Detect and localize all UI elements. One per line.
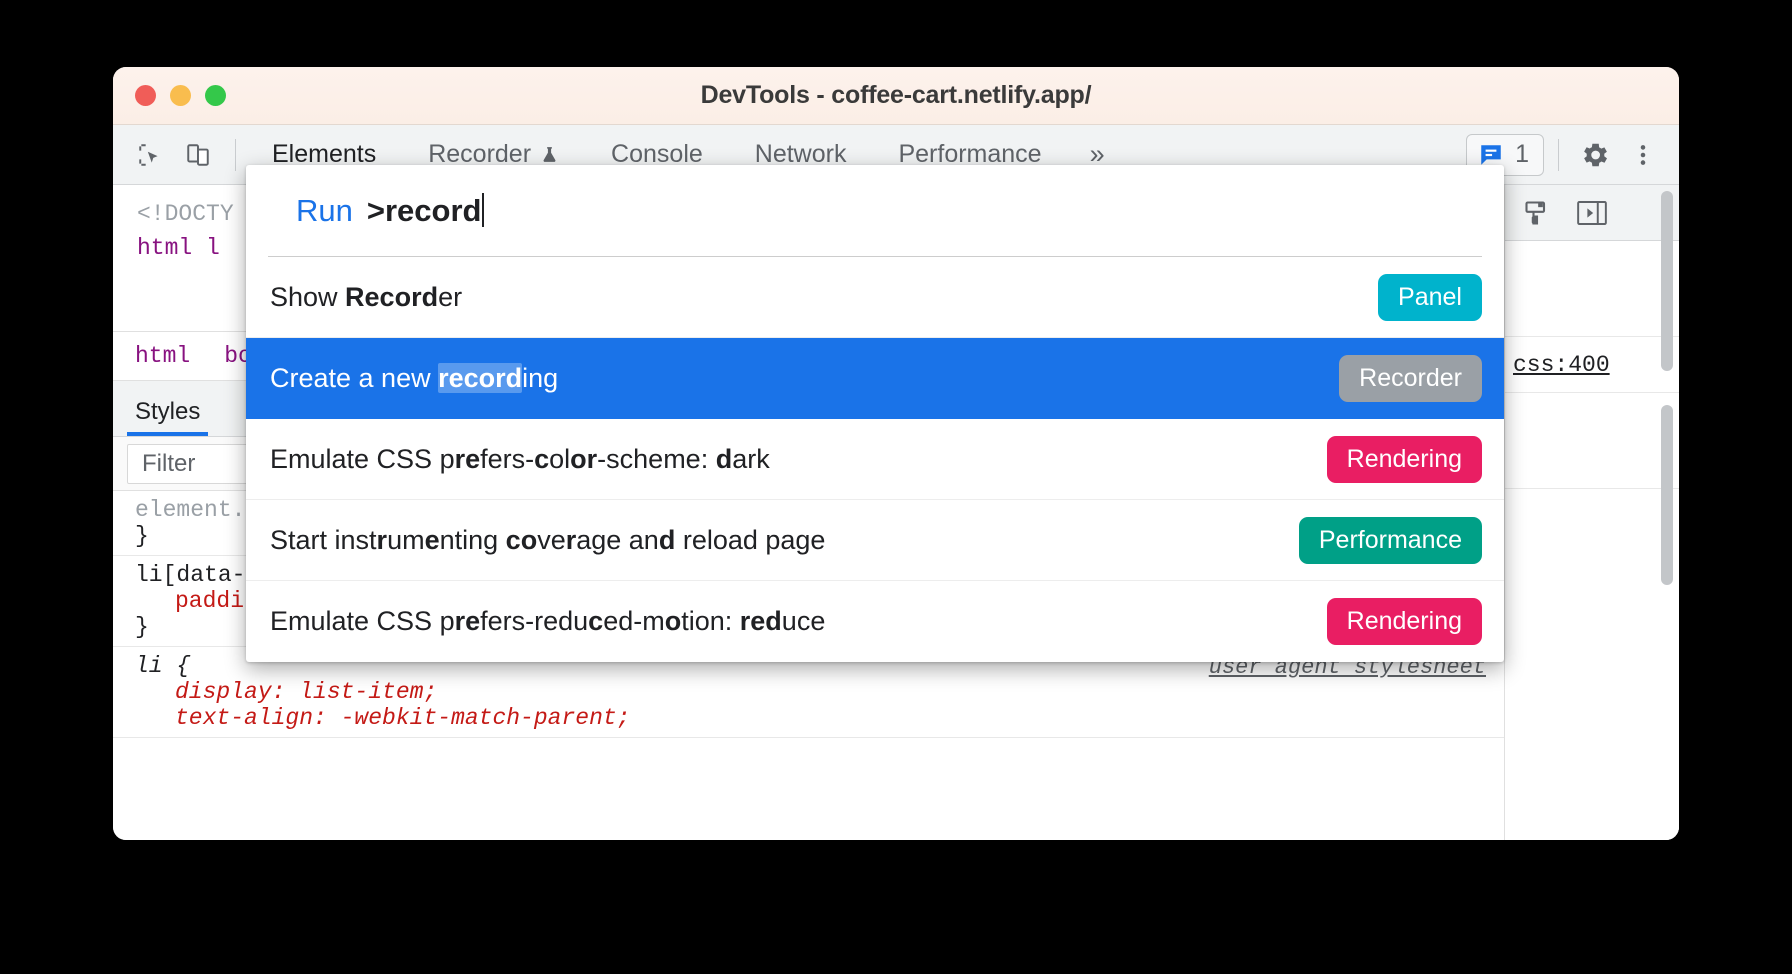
screenshot-root: DevTools - coffee-cart.netlify.app/ Elem… bbox=[0, 0, 1792, 974]
css-selector: li[data-v bbox=[135, 562, 260, 588]
breadcrumb-item-html[interactable]: html bbox=[135, 343, 190, 369]
css-declaration[interactable]: text-align: -webkit-match-parent; bbox=[135, 705, 1504, 731]
vertical-scrollbar-thumb[interactable] bbox=[1661, 191, 1673, 371]
command-palette-input-row[interactable]: Run >record bbox=[268, 165, 1482, 257]
color-picker-icon[interactable] bbox=[1523, 199, 1551, 227]
style-origin-link[interactable]: css:400 bbox=[1513, 352, 1610, 378]
dom-tag: html l bbox=[137, 235, 220, 261]
computed-panel: css:400 bbox=[1505, 185, 1679, 840]
computed-row bbox=[1505, 241, 1679, 337]
experiment-flask-icon bbox=[540, 144, 559, 166]
message-icon bbox=[1478, 142, 1504, 168]
issues-count-label: 1 bbox=[1515, 140, 1529, 168]
gear-icon[interactable] bbox=[1573, 133, 1617, 177]
devtools-window: DevTools - coffee-cart.netlify.app/ Elem… bbox=[113, 67, 1679, 840]
text-caret bbox=[482, 192, 485, 227]
command-palette-result-label: Emulate CSS prefers-color-scheme: dark bbox=[270, 443, 770, 474]
command-palette-result-badge: Panel bbox=[1378, 273, 1482, 321]
kebab-menu-icon[interactable] bbox=[1621, 133, 1665, 177]
computed-row bbox=[1505, 393, 1679, 489]
computed-rows: css:400 bbox=[1505, 241, 1679, 489]
device-toolbar-icon[interactable] bbox=[177, 134, 219, 176]
command-palette-query-text: >record bbox=[366, 192, 482, 228]
command-palette-result-label: Show Recorder bbox=[270, 281, 463, 312]
command-palette-result-badge: Rendering bbox=[1326, 435, 1482, 483]
command-palette-result-label: Start instrumenting coverage and reload … bbox=[270, 524, 826, 555]
command-palette: Run >record Show Recorder Panel Create a n… bbox=[246, 165, 1504, 662]
computed-toolbar bbox=[1505, 185, 1679, 241]
command-palette-result[interactable]: Emulate CSS prefers-reduced-motion: redu… bbox=[246, 581, 1504, 662]
command-palette-result[interactable]: Create a new recording Recorder bbox=[246, 338, 1504, 419]
css-declaration[interactable]: display: list-item; bbox=[135, 679, 1504, 705]
command-palette-result-badge: Performance bbox=[1298, 516, 1482, 564]
inspect-element-icon[interactable] bbox=[129, 134, 171, 176]
window-title: DevTools - coffee-cart.netlify.app/ bbox=[700, 81, 1092, 109]
toolbar-left-icons bbox=[113, 134, 246, 176]
command-palette-result-badge: Recorder bbox=[1339, 354, 1482, 402]
toolbar-right-divider bbox=[1558, 138, 1559, 171]
command-palette-result-label: Emulate CSS prefers-reduced-motion: redu… bbox=[270, 606, 826, 636]
command-palette-result-badge: Rendering bbox=[1326, 598, 1482, 645]
css-rule-close: } bbox=[135, 523, 149, 549]
toolbar-divider bbox=[235, 138, 236, 171]
toggle-sidebar-icon[interactable] bbox=[1577, 199, 1607, 227]
css-selector: li { bbox=[135, 653, 191, 679]
command-palette-prefix: Run bbox=[296, 192, 353, 228]
command-palette-result[interactable]: Start instrumenting coverage and reload … bbox=[246, 500, 1504, 581]
computed-row: css:400 bbox=[1505, 337, 1679, 393]
command-palette-result[interactable]: Emulate CSS prefers-color-scheme: dark Re… bbox=[246, 419, 1504, 500]
css-rule-close: } bbox=[135, 614, 149, 640]
vertical-scrollbar-thumb[interactable] bbox=[1661, 405, 1673, 585]
command-palette-query: >record bbox=[366, 192, 485, 229]
tab-styles[interactable]: Styles bbox=[113, 398, 222, 436]
command-palette-results: Show Recorder Panel Create a new recording… bbox=[246, 257, 1504, 662]
command-palette-result-label: Create a new recording bbox=[270, 362, 559, 393]
command-palette-result[interactable]: Show Recorder Panel bbox=[246, 257, 1504, 338]
css-selector: element.s bbox=[135, 497, 260, 523]
window-titlebar: DevTools - coffee-cart.netlify.app/ bbox=[113, 67, 1679, 125]
